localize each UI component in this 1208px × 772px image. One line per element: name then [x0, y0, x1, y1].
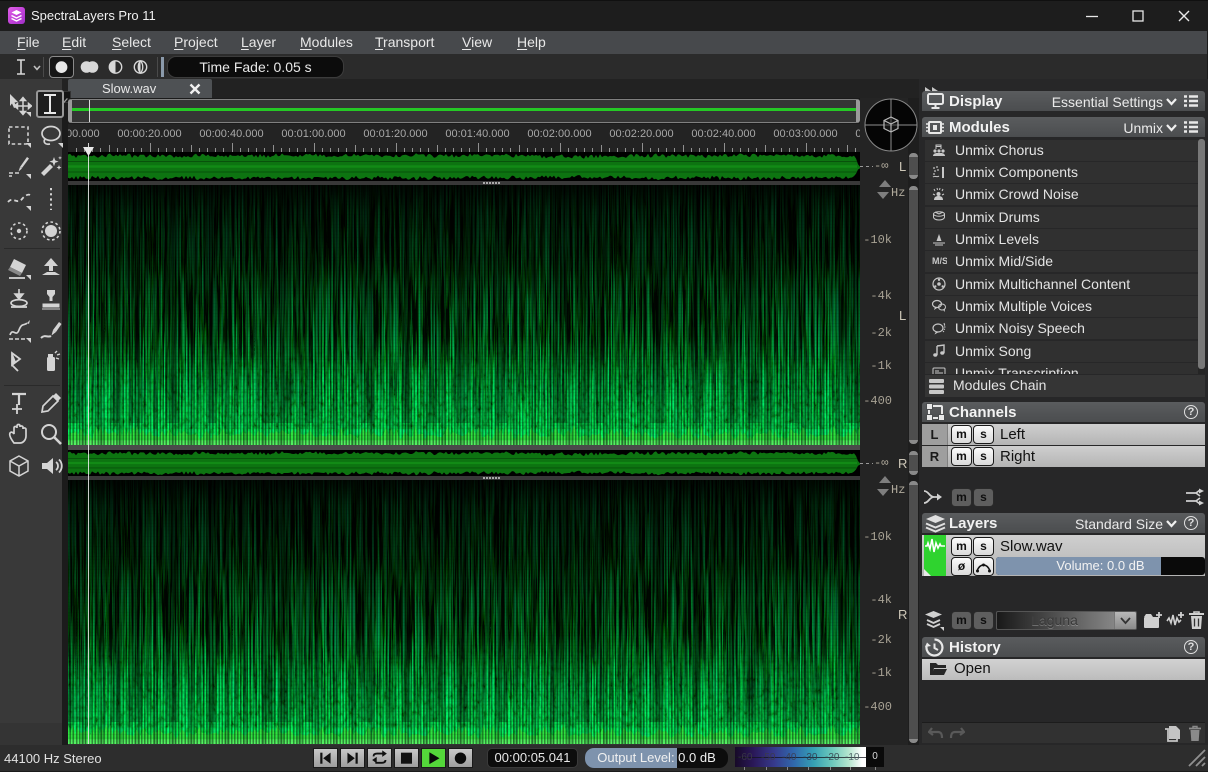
svg-text:M/S: M/S	[932, 256, 947, 266]
